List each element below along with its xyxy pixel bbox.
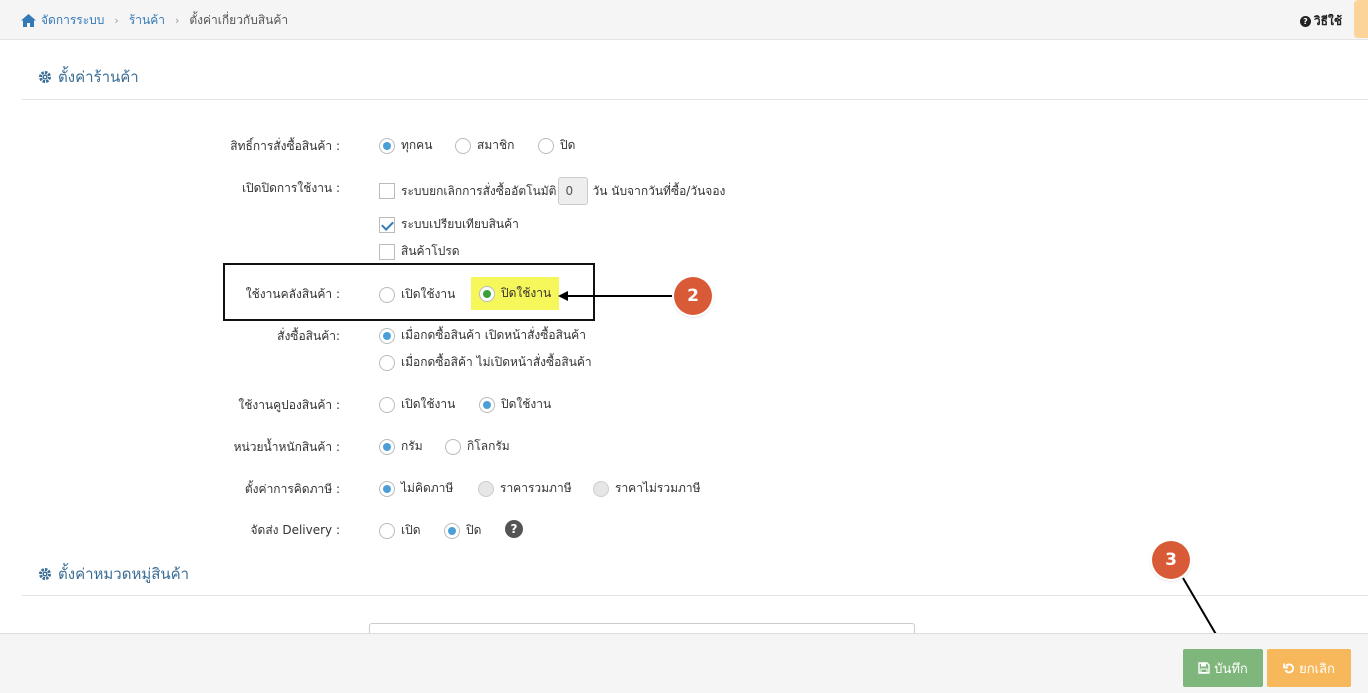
coupon-enable[interactable]: เปิดใช้งาน [379, 395, 455, 414]
annotation-highlight-box [223, 263, 595, 321]
weight-unit-kilogram[interactable]: กิโลกรัม [445, 437, 510, 456]
coupon-disable[interactable]: ปิดใช้งาน [479, 395, 551, 414]
radio-checked[interactable] [379, 480, 395, 497]
gear-icon [39, 568, 51, 580]
compare-option[interactable]: ระบบเปรียบเทียบสินค้า [379, 215, 519, 234]
breadcrumb-item-system[interactable]: จัดการระบบ [41, 11, 104, 30]
step-3-badge: 3 [1152, 541, 1190, 579]
radio-disabled[interactable] [478, 480, 494, 497]
section-category-settings: ตั้งค่าหมวดหมู่สินค้า [38, 562, 189, 586]
section-title: ตั้งค่าหมวดหมู่สินค้า [58, 565, 190, 583]
gear-icon [39, 71, 51, 83]
checkbox-checked[interactable] [379, 216, 395, 233]
features-label: เปิดปิดการใช้งาน : [241, 181, 340, 195]
tax-excluded[interactable]: ราคาไม่รวมภาษี [593, 479, 701, 498]
home-icon[interactable] [20, 13, 37, 28]
section-title: ตั้งค่าร้านค้า [58, 68, 139, 86]
radio[interactable] [379, 396, 395, 413]
auto-cancel-days-input[interactable]: 0 [558, 177, 589, 205]
help-link[interactable]: ? วิธีใช้ [1299, 12, 1342, 31]
radio[interactable] [379, 354, 395, 371]
radio[interactable] [445, 438, 461, 455]
order-rights-everyone[interactable]: ทุกคน [379, 136, 432, 155]
question-icon: ? [1299, 16, 1311, 27]
undo-icon [1283, 663, 1295, 674]
breadcrumb-item-shop[interactable]: ร้านค้า [129, 11, 165, 30]
weight-unit-label: หน่วยน้ำหนักสินค้า : [233, 440, 340, 454]
divider [22, 595, 1368, 596]
radio-checked[interactable] [379, 327, 395, 344]
step-2-badge: 2 [674, 277, 712, 315]
delivery-off[interactable]: ปิด [444, 521, 481, 540]
radio-checked[interactable] [444, 522, 460, 539]
radio[interactable] [538, 137, 554, 154]
tax-included[interactable]: ราคารวมภาษี [478, 479, 572, 498]
radio-checked[interactable] [379, 438, 395, 455]
delivery-help-icon[interactable]: ? [505, 520, 523, 538]
checkbox[interactable] [379, 243, 395, 260]
radio-checked[interactable] [479, 396, 495, 413]
help-label: วิธีใช้ [1313, 14, 1342, 28]
tax-none[interactable]: ไม่คิดภาษี [379, 479, 453, 498]
breadcrumb: จัดการระบบ › ร้านค้า › ตั้งค่าเกี่ยวกับส… [20, 11, 288, 30]
order-rights-member[interactable]: สมาชิก [455, 136, 514, 155]
chevron-right-icon: › [114, 14, 119, 27]
order-action-label: สั่งซื้อสินค้า: [277, 329, 340, 343]
footer-bar [0, 633, 1368, 693]
save-icon [1198, 662, 1210, 674]
side-tab[interactable] [1354, 0, 1368, 38]
coupon-label: ใช้งานคูปองสินค้า : [238, 398, 340, 412]
divider [22, 99, 1368, 100]
favorite-option[interactable]: สินค้าโปรด [379, 242, 460, 261]
cancel-button[interactable]: ยกเลิก [1267, 649, 1351, 687]
auto-cancel-option[interactable]: ระบบยกเลิกการสั่งซื้ออัตโนมัติ 0 วัน นับ… [379, 177, 725, 205]
chevron-right-icon: › [174, 14, 180, 27]
radio-disabled[interactable] [593, 480, 609, 497]
order-rights-label: สิทธิ์การสั่งซื้อสินค้า : [230, 139, 340, 153]
order-action-open[interactable]: เมื่อกดซื้อสินค้า เปิดหน้าสั่งซื้อสินค้า [379, 326, 586, 345]
section-shop-settings: ตั้งค่าร้านค้า [38, 65, 139, 89]
radio[interactable] [379, 522, 395, 539]
tax-label: ตั้งค่าการคิดภาษี : [244, 482, 340, 496]
annotation-arrows [558, 291, 1226, 650]
radio[interactable] [455, 137, 471, 154]
checkbox[interactable] [379, 183, 395, 199]
order-rights-off[interactable]: ปิด [538, 136, 575, 155]
radio-checked[interactable] [379, 137, 395, 154]
save-button[interactable]: บันทึก [1183, 649, 1263, 687]
category-input[interactable] [369, 623, 915, 633]
delivery-label: จัดส่ง Delivery : [250, 523, 341, 537]
breadcrumb-item-current: ตั้งค่าเกี่ยวกับสินค้า [189, 13, 289, 27]
order-action-no-open[interactable]: เมื่อกดซื้อสิค้า ไม่เปิดหน้าสั่งซื้อสินค… [379, 353, 592, 372]
delivery-on[interactable]: เปิด [379, 521, 421, 540]
weight-unit-gram[interactable]: กรัม [379, 437, 423, 456]
top-bar: จัดการระบบ › ร้านค้า › ตั้งค่าเกี่ยวกับส… [0, 0, 1368, 40]
